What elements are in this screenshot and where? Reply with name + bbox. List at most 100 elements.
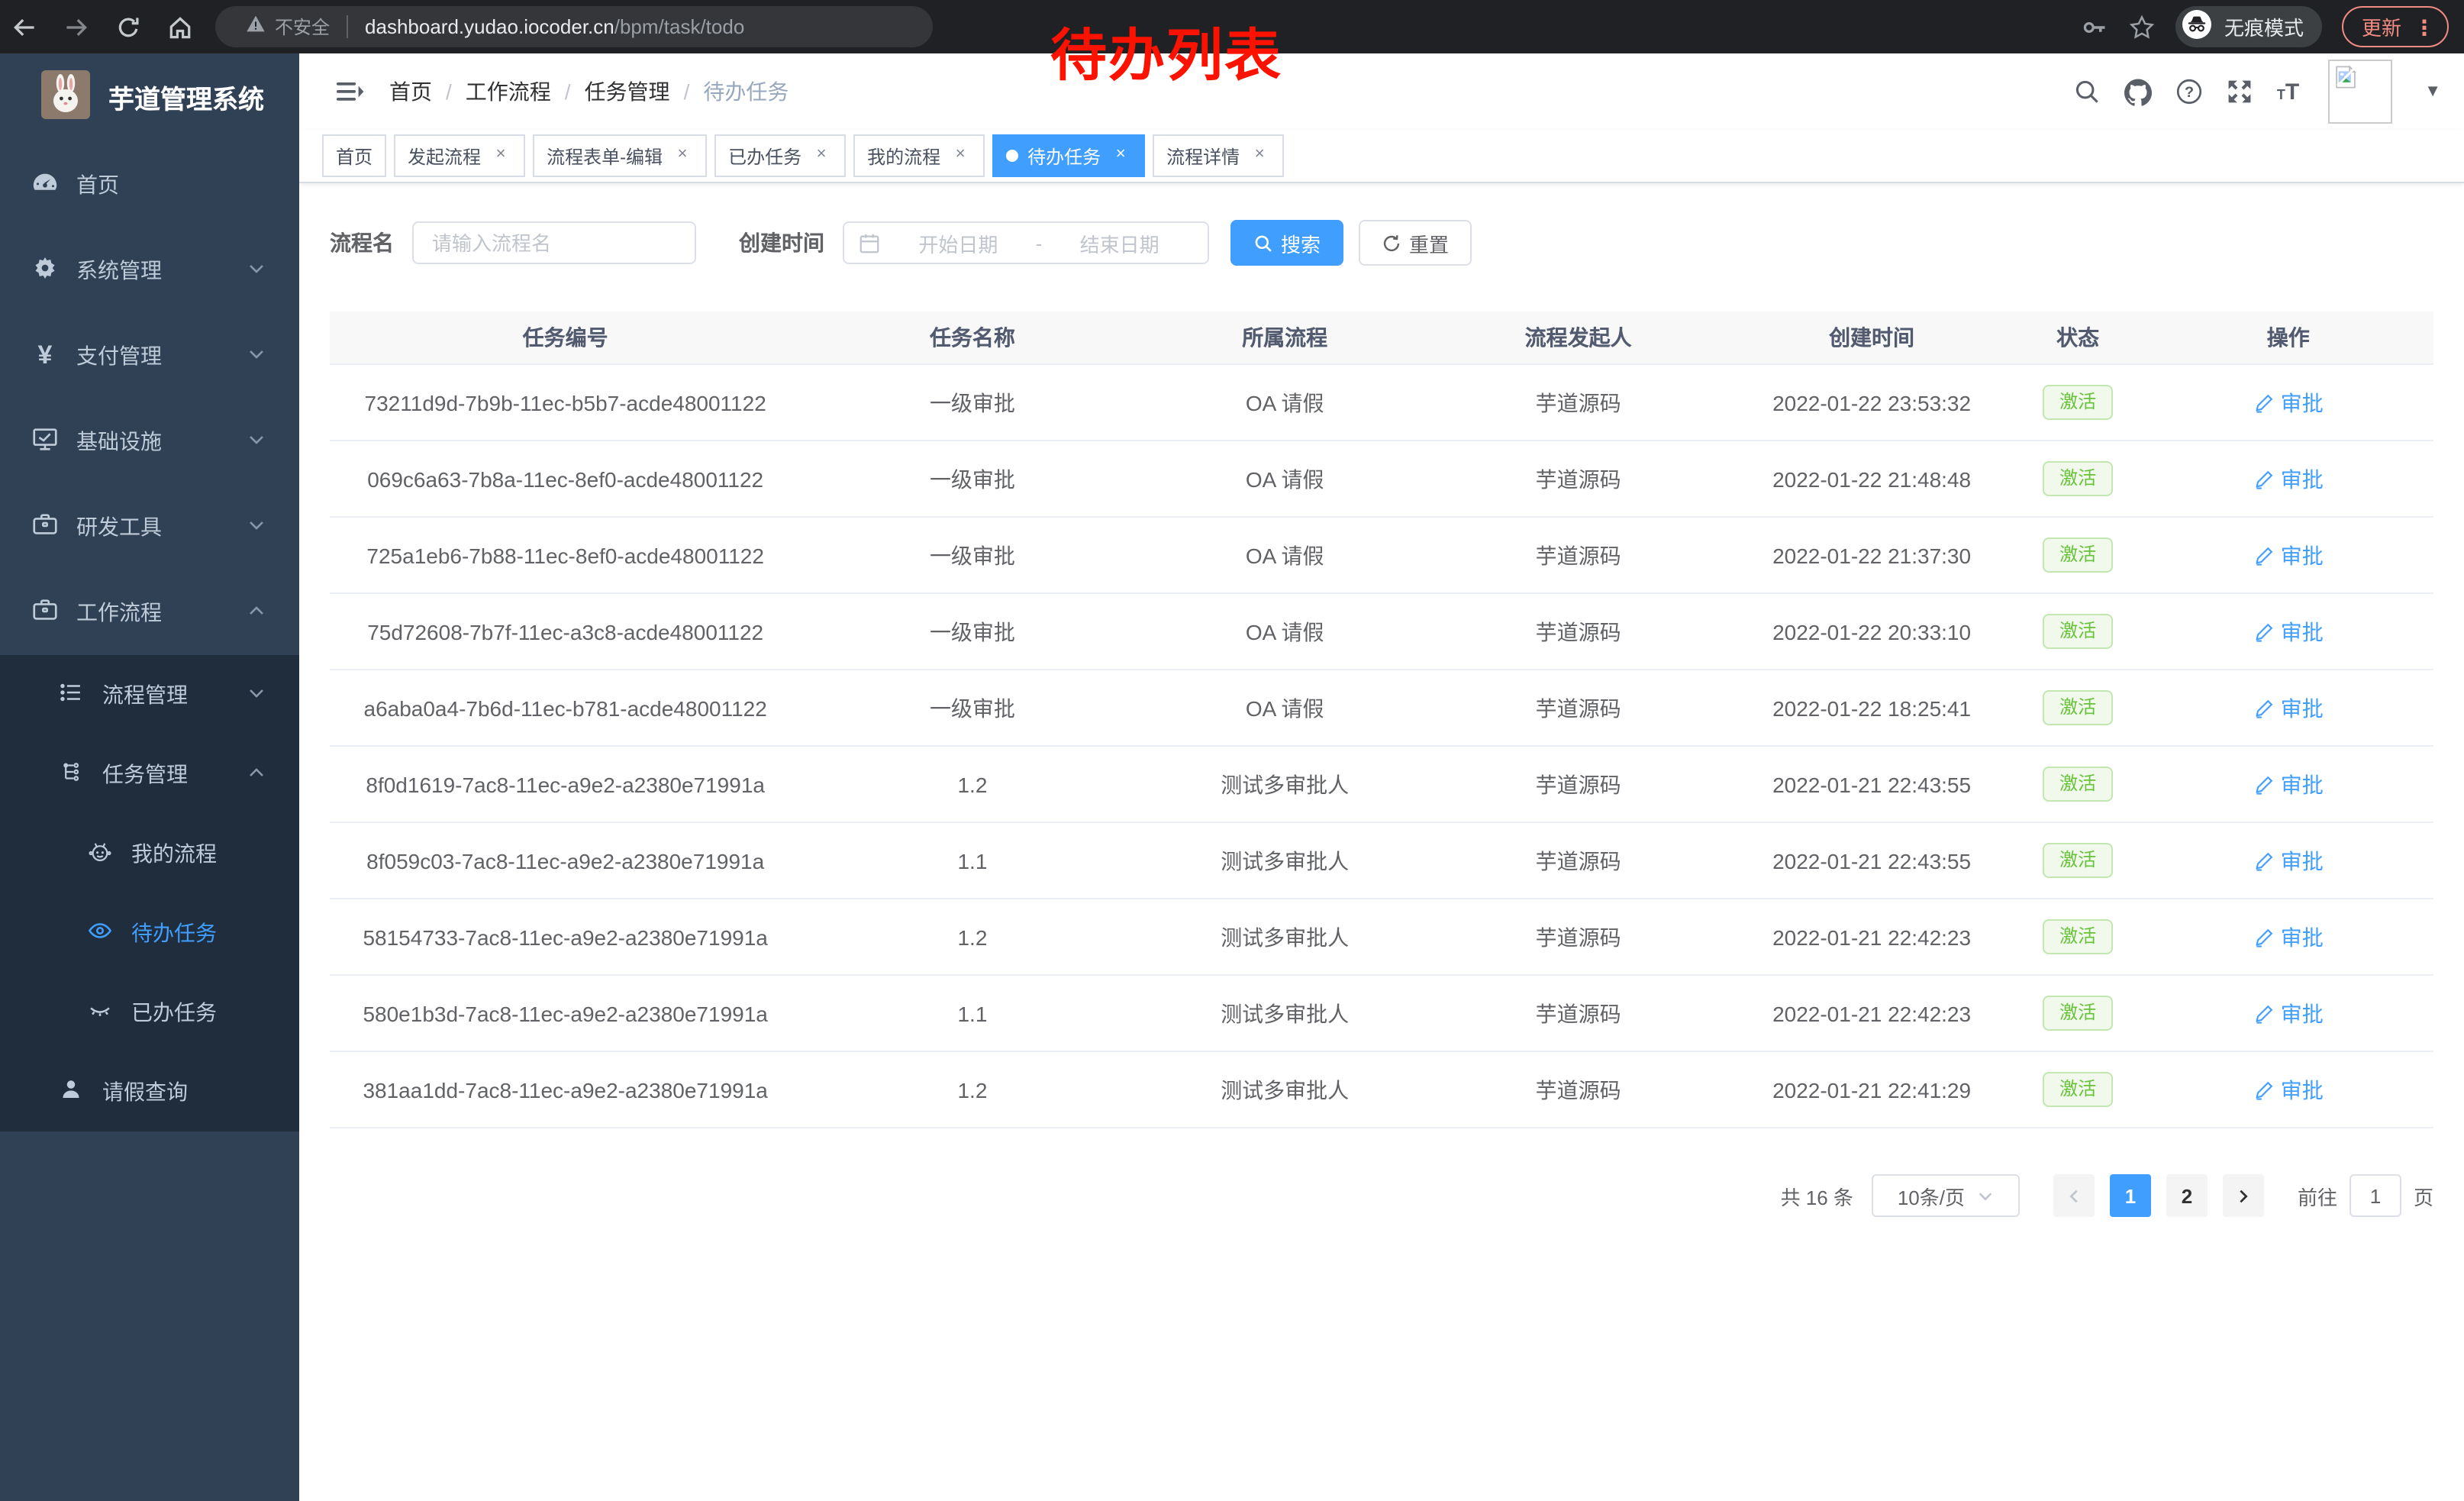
tab-todo-task[interactable]: 待办任务× <box>992 134 1145 177</box>
browser-back-icon[interactable] <box>11 13 38 40</box>
browser-reload-icon[interactable] <box>114 13 142 40</box>
sidebar-item-label: 支付管理 <box>76 341 162 371</box>
sidebar-item-devtools[interactable]: 研发工具 <box>0 484 299 570</box>
chevron-down-icon <box>247 429 266 454</box>
breadcrumb-workflow[interactable]: 工作流程 <box>466 76 551 107</box>
security-warning-icon[interactable] <box>246 13 266 40</box>
search-button[interactable]: 搜索 <box>1230 220 1343 266</box>
pencil-icon <box>2253 1002 2275 1024</box>
approve-link[interactable]: 审批 <box>2253 922 2324 952</box>
fullscreen-icon[interactable] <box>2227 78 2254 105</box>
page-button-2[interactable]: 2 <box>2166 1174 2208 1217</box>
col-starter: 流程发起人 <box>1426 311 1731 364</box>
update-label[interactable]: 更新 <box>2362 12 2401 41</box>
close-icon[interactable]: × <box>490 145 511 166</box>
table-body: 73211d9d-7b9b-11ec-b5b7-acde48001122 一级审… <box>330 364 2433 1128</box>
sidebar-item-home[interactable]: 首页 <box>0 142 299 228</box>
approve-link[interactable]: 审批 <box>2253 1074 2324 1105</box>
sidebar-item-process-mgmt[interactable]: 流程管理 <box>0 655 299 734</box>
cell-status: 激活 <box>2013 593 2143 670</box>
process-name-input[interactable] <box>412 221 696 264</box>
date-range-picker[interactable]: 开始日期 - 结束日期 <box>843 221 1209 264</box>
close-icon[interactable]: × <box>950 145 971 166</box>
url-host[interactable]: dashboard.yudao.iocoder.cn <box>365 15 614 38</box>
cell-task-id: 75d72608-7b7f-11ec-a3c8-acde48001122 <box>330 593 801 670</box>
next-page-button[interactable] <box>2223 1174 2264 1217</box>
browser-forward-icon[interactable] <box>63 13 90 40</box>
avatar-caret-icon[interactable]: ▼ <box>2424 82 2441 101</box>
font-size-icon[interactable]: TT <box>2277 79 2299 105</box>
browser-update-button[interactable]: 更新 ⋮ <box>2342 6 2449 47</box>
page-button-1[interactable]: 1 <box>2110 1174 2151 1217</box>
close-icon[interactable]: × <box>1110 145 1131 166</box>
tab-form-edit[interactable]: 流程表单-编辑× <box>533 134 707 177</box>
table-row: 75d72608-7b7f-11ec-a3c8-acde48001122 一级审… <box>330 593 2433 670</box>
close-icon[interactable]: × <box>672 145 693 166</box>
approve-link[interactable]: 审批 <box>2253 616 2324 647</box>
address-bar[interactable]: 不安全 dashboard.yudao.iocoder.cn/bpm/task/… <box>215 6 933 47</box>
cell-status: 激活 <box>2013 441 2143 517</box>
logo[interactable]: 芋道管理系统 <box>0 53 299 139</box>
approve-link[interactable]: 审批 <box>2253 845 2324 876</box>
end-date-placeholder[interactable]: 结束日期 <box>1045 228 1194 257</box>
cell-created: 2022-01-22 23:53:32 <box>1730 364 2012 441</box>
cell-created: 2022-01-21 22:43:55 <box>1730 746 2012 822</box>
approve-link[interactable]: 审批 <box>2253 387 2324 418</box>
closed-eye-icon <box>87 997 113 1028</box>
cell-status: 激活 <box>2013 1051 2143 1128</box>
approve-link[interactable]: 审批 <box>2253 692 2324 723</box>
table-row: 8f059c03-7ac8-11ec-a9e2-a2380e71991a 1.1… <box>330 822 2433 899</box>
reset-button[interactable]: 重置 <box>1359 220 1472 266</box>
cell-starter: 芋道源码 <box>1426 593 1731 670</box>
approve-link[interactable]: 审批 <box>2253 998 2324 1028</box>
approve-link[interactable]: 审批 <box>2253 769 2324 799</box>
tab-done-task[interactable]: 已办任务× <box>714 134 846 177</box>
browser-menu-icon[interactable]: ⋮ <box>2414 16 2435 37</box>
tab-start-process[interactable]: 发起流程× <box>394 134 525 177</box>
password-key-icon[interactable] <box>2081 13 2108 40</box>
sidebar-item-label: 流程管理 <box>102 679 188 710</box>
bookmark-star-icon[interactable] <box>2128 13 2156 40</box>
sidebar-item-leave-query[interactable]: 请假查询 <box>0 1052 299 1131</box>
sidebar-item-system[interactable]: 系统管理 <box>0 228 299 313</box>
cell-task-id: 381aa1dd-7ac8-11ec-a9e2-a2380e71991a <box>330 1051 801 1128</box>
status-badge: 激活 <box>2043 460 2113 496</box>
breadcrumb-home[interactable]: 首页 <box>389 76 432 107</box>
sidebar-item-label: 请假查询 <box>102 1077 188 1107</box>
tab-process-detail[interactable]: 流程详情× <box>1153 134 1284 177</box>
github-icon[interactable] <box>2124 77 2153 106</box>
approve-link[interactable]: 审批 <box>2253 540 2324 570</box>
sidebar-item-label: 工作流程 <box>76 597 162 628</box>
tab-home[interactable]: 首页 <box>322 134 386 177</box>
start-date-placeholder[interactable]: 开始日期 <box>884 228 1033 257</box>
briefcase-icon <box>31 596 60 629</box>
close-icon[interactable]: × <box>1249 145 1270 166</box>
tab-my-process[interactable]: 我的流程× <box>853 134 985 177</box>
approve-link[interactable]: 审批 <box>2253 463 2324 494</box>
sidebar-item-todo-task[interactable]: 待办任务 <box>0 893 299 973</box>
cell-action: 审批 <box>2143 364 2433 441</box>
goto-page-input[interactable] <box>2350 1174 2401 1217</box>
browser-home-icon[interactable] <box>166 13 194 40</box>
url-path[interactable]: /bpm/task/todo <box>614 15 745 38</box>
sidebar-item-done-task[interactable]: 已办任务 <box>0 973 299 1052</box>
list-icon <box>58 679 84 710</box>
sidebar-menu: 首页 系统管理 ¥ 支付管理 基础设施 <box>0 142 299 1131</box>
active-dot <box>1006 150 1018 162</box>
sidebar-item-workflow[interactable]: 工作流程 <box>0 570 299 655</box>
cell-task-name: 1.2 <box>801 1051 1143 1128</box>
search-icon[interactable] <box>2074 78 2101 105</box>
security-label[interactable]: 不安全 <box>275 14 330 40</box>
sidebar-item-infra[interactable]: 基础设施 <box>0 399 299 484</box>
breadcrumb-task-mgmt[interactable]: 任务管理 <box>585 76 670 107</box>
sidebar-item-task-mgmt[interactable]: 任务管理 <box>0 734 299 814</box>
sidebar-collapse-icon[interactable] <box>322 76 377 107</box>
avatar[interactable] <box>2328 60 2392 124</box>
page-size-select[interactable]: 10条/页 <box>1872 1174 2020 1217</box>
sidebar-item-my-process[interactable]: 我的流程 <box>0 814 299 893</box>
close-icon[interactable]: × <box>811 145 832 166</box>
help-icon[interactable]: ? <box>2176 78 2204 105</box>
prev-page-button[interactable] <box>2053 1174 2095 1217</box>
sidebar-item-payment[interactable]: ¥ 支付管理 <box>0 313 299 399</box>
cell-action: 审批 <box>2143 822 2433 899</box>
